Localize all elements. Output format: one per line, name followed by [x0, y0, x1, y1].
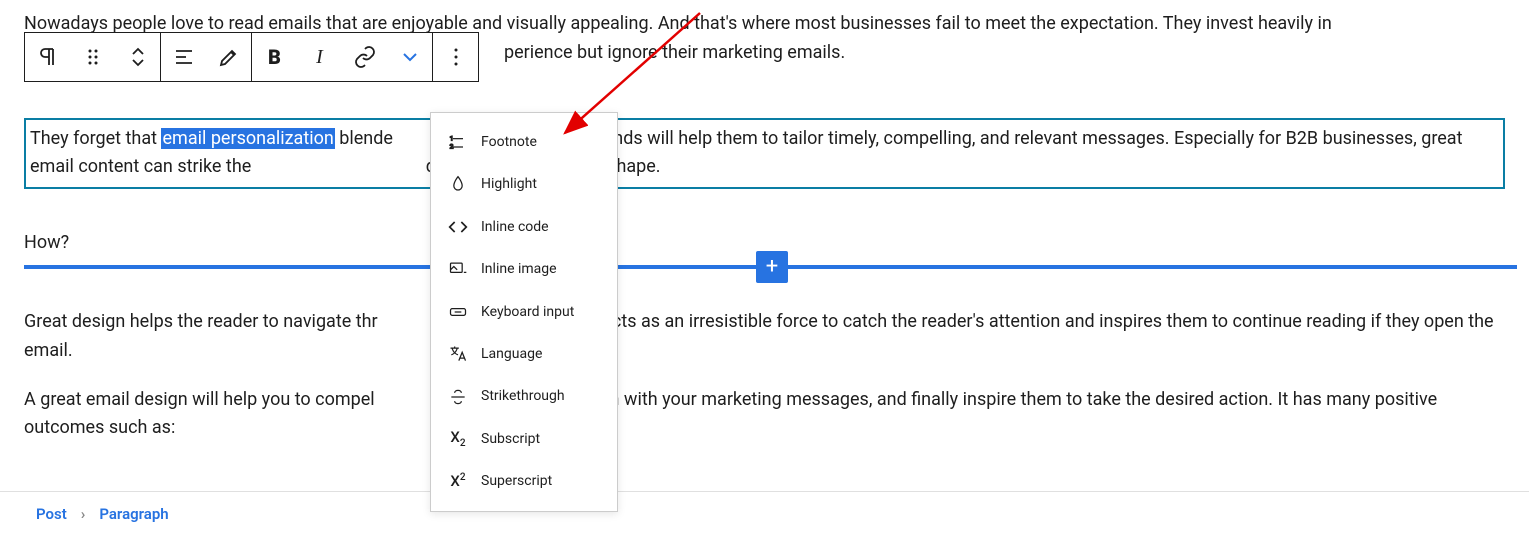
- superscript-icon: X2: [447, 470, 469, 492]
- paragraph-block-button[interactable]: [25, 33, 70, 81]
- menu-label: Inline code: [481, 216, 549, 238]
- paragraph-text: A great email design will help you to co…: [24, 389, 375, 410]
- menu-label: Strikethrough: [481, 385, 565, 407]
- italic-button[interactable]: I: [297, 33, 342, 81]
- format-dropdown-menu: 12 Footnote Highlight Inline code Inline…: [430, 112, 618, 512]
- toolbar-group-align: [161, 33, 252, 81]
- breadcrumb-paragraph[interactable]: Paragraph: [99, 502, 168, 526]
- menu-item-highlight[interactable]: Highlight: [431, 163, 617, 205]
- language-icon: [447, 343, 469, 365]
- menu-label: Language: [481, 343, 542, 365]
- menu-label: Keyboard input: [481, 301, 574, 323]
- breadcrumb-bar: Post › Paragraph: [0, 491, 1529, 535]
- bold-button[interactable]: B: [252, 33, 297, 81]
- block-toolbar: B I: [24, 32, 479, 82]
- drag-handle-button[interactable]: [70, 33, 115, 81]
- menu-item-inline-image[interactable]: Inline image: [431, 248, 617, 290]
- strikethrough-icon: [447, 386, 469, 408]
- add-block-button[interactable]: +: [756, 251, 788, 283]
- selected-text: email personalization: [161, 128, 334, 149]
- more-format-button[interactable]: [387, 33, 432, 81]
- paragraph-text: Nowadays people love to read emails that…: [24, 13, 1332, 34]
- selected-paragraph-block[interactable]: They forget that email personalization b…: [24, 118, 1505, 190]
- highlight-icon: [447, 174, 469, 196]
- plus-icon: +: [766, 249, 778, 284]
- link-button[interactable]: [342, 33, 387, 81]
- image-icon: [447, 258, 469, 280]
- menu-label: Subscript: [481, 428, 540, 450]
- paragraph-text: perience but ignore their marketing emai…: [504, 42, 845, 63]
- paragraph-4[interactable]: Great design helps the reader to navigat…: [24, 308, 1505, 366]
- highlighter-button[interactable]: [206, 33, 251, 81]
- menu-item-strikethrough[interactable]: Strikethrough: [431, 375, 617, 417]
- toolbar-group-block: [25, 33, 161, 81]
- keyboard-icon: [447, 301, 469, 323]
- menu-label: Inline image: [481, 258, 557, 280]
- paragraph-text: blende: [335, 128, 393, 149]
- menu-label: Highlight: [481, 173, 537, 195]
- menu-item-language[interactable]: Language: [431, 333, 617, 375]
- menu-item-superscript[interactable]: X2 Superscript: [431, 460, 617, 502]
- menu-item-inline-code[interactable]: Inline code: [431, 206, 617, 248]
- toolbar-group-options: [433, 33, 478, 81]
- menu-item-footnote[interactable]: 12 Footnote: [431, 121, 617, 163]
- code-icon: [447, 216, 469, 238]
- svg-text:1: 1: [450, 135, 454, 143]
- subscript-icon: X2: [447, 428, 469, 450]
- paragraph-text: They forget that: [30, 128, 161, 149]
- paragraph-5[interactable]: A great email design will help you to co…: [24, 386, 1505, 444]
- menu-label: Superscript: [481, 470, 552, 492]
- footnote-icon: 12: [447, 131, 469, 153]
- menu-label: Footnote: [481, 131, 537, 153]
- menu-item-keyboard-input[interactable]: Keyboard input: [431, 291, 617, 333]
- options-button[interactable]: [433, 33, 478, 81]
- toolbar-group-format: B I: [252, 33, 433, 81]
- breadcrumb-post[interactable]: Post: [36, 502, 67, 526]
- chevron-right-icon: ›: [81, 502, 86, 526]
- menu-item-subscript[interactable]: X2 Subscript: [431, 418, 617, 460]
- paragraph-text: Great design helps the reader to navigat…: [24, 311, 378, 332]
- align-button[interactable]: [161, 33, 206, 81]
- paragraph-text: How?: [24, 232, 69, 253]
- move-button[interactable]: [115, 33, 160, 81]
